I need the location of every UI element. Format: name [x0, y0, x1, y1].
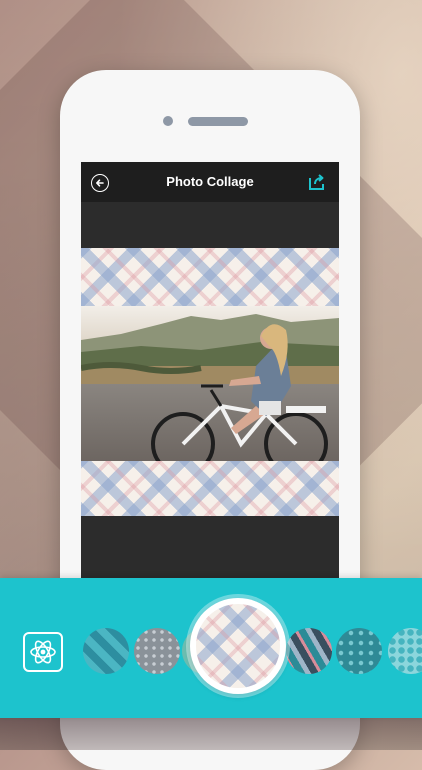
- phone-speaker: [188, 117, 248, 126]
- background-swatch[interactable]: [336, 628, 382, 674]
- share-icon: [309, 174, 324, 190]
- collage-photo[interactable]: [81, 306, 339, 461]
- phone-camera: [163, 116, 173, 126]
- photo-image: [81, 306, 339, 461]
- bottom-shadow: [0, 718, 422, 750]
- page-title: Photo Collage: [166, 174, 254, 189]
- effects-button[interactable]: [23, 632, 63, 672]
- atom-icon: [30, 640, 56, 664]
- share-button[interactable]: [307, 172, 327, 192]
- collage-canvas[interactable]: [81, 248, 339, 516]
- app-bar: Photo Collage: [81, 162, 339, 202]
- app-screen: Photo Collage: [81, 162, 339, 582]
- background-swatch[interactable]: [286, 628, 332, 674]
- selected-background-swatch[interactable]: [196, 604, 280, 688]
- background-swatch[interactable]: [83, 628, 129, 674]
- background-pattern-top: [81, 248, 339, 306]
- background-swatch[interactable]: [134, 628, 180, 674]
- background-pattern-bottom: [81, 461, 339, 516]
